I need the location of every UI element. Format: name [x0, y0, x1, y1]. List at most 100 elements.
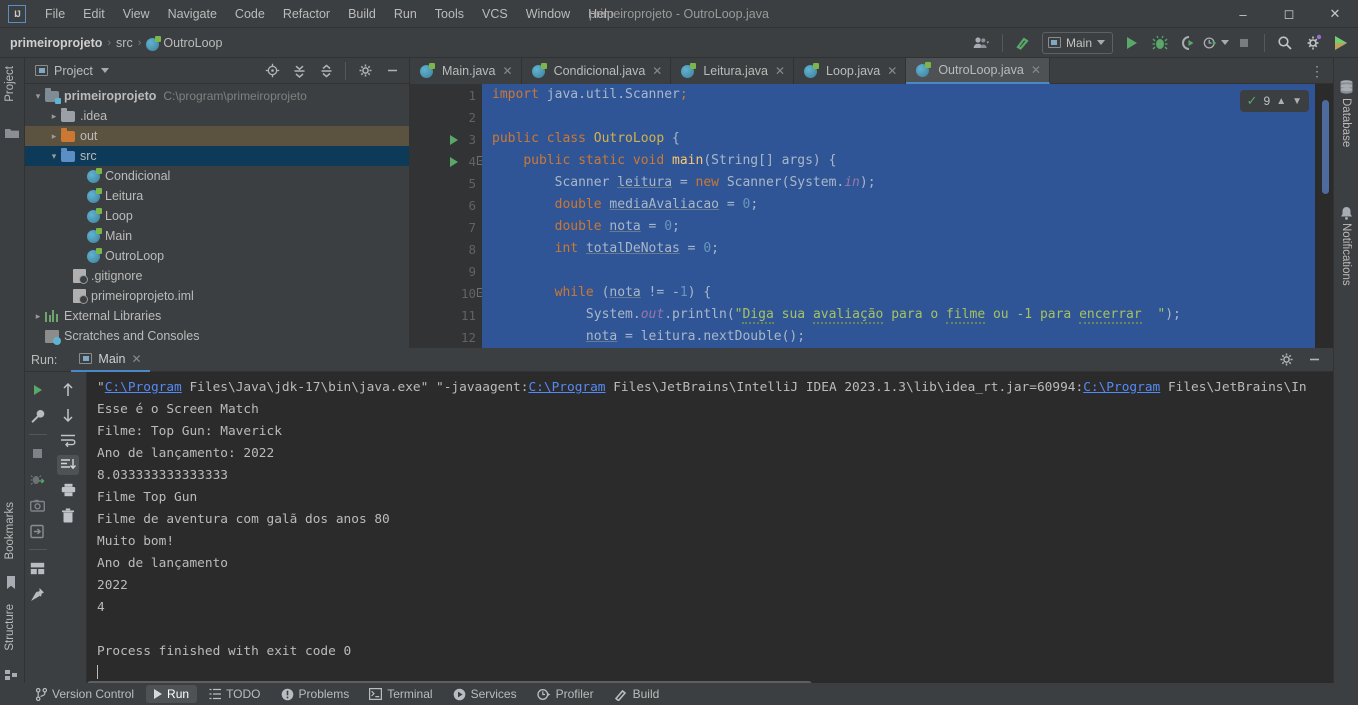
camera-icon[interactable] [27, 495, 49, 515]
console-link[interactable]: C:\Program [105, 380, 182, 395]
tool-window-notifications[interactable]: Notifications [1340, 223, 1352, 286]
tab-loop-java[interactable]: Loop.java ✕ [794, 58, 907, 84]
chevron-up-icon[interactable]: ▲ [1276, 96, 1286, 107]
select-opened-file-icon[interactable] [259, 59, 285, 83]
run-configuration-selector[interactable]: Main [1041, 31, 1113, 54]
inspections-widget[interactable]: ✓ 9 ▲ ▼ [1239, 90, 1309, 112]
tool-window-bookmarks[interactable]: Bookmarks [4, 502, 16, 560]
menu-edit[interactable]: Edit [74, 3, 114, 25]
collapse-all-icon[interactable] [313, 59, 339, 83]
search-icon[interactable] [1272, 31, 1298, 55]
breadcrumb-project[interactable]: primeiroprojeto [10, 36, 102, 50]
tool-window-project[interactable]: Project [4, 66, 16, 102]
menu-file[interactable]: File [36, 3, 74, 25]
tree-node-idea[interactable]: ▸ .idea [25, 106, 409, 126]
debug-thread-icon[interactable] [27, 469, 49, 489]
close-icon[interactable]: ✕ [652, 64, 662, 78]
tree-node-outroloop[interactable]: OutroLoop [25, 246, 409, 266]
tree-node-gitignore[interactable]: .gitignore [25, 266, 409, 286]
soft-wrap-icon[interactable] [57, 430, 79, 450]
menu-window[interactable]: Window [517, 3, 579, 25]
menu-view[interactable]: View [114, 3, 159, 25]
tab-outroloop-java[interactable]: OutroLoop.java ✕ [906, 58, 1050, 84]
notifications-bell-icon[interactable] [1340, 206, 1354, 220]
chevron-down-icon[interactable] [100, 68, 109, 73]
update-project-icon[interactable] [1010, 31, 1036, 55]
run-button[interactable] [1119, 31, 1145, 55]
chevron-down-icon[interactable]: ▾ [47, 151, 61, 162]
folder-icon[interactable] [5, 126, 19, 140]
expand-all-icon[interactable] [286, 59, 312, 83]
settings-gear-icon[interactable] [352, 59, 378, 83]
project-tree[interactable]: ▾ primeiroprojeto C:\program\primeiropro… [25, 84, 409, 346]
main-menu[interactable]: File Edit View Navigate Code Refactor Bu… [36, 3, 623, 25]
maximize-button[interactable]: ◻ [1266, 0, 1312, 28]
down-arrow-icon[interactable] [57, 405, 79, 425]
status-run[interactable]: Run [146, 685, 198, 703]
menu-refactor[interactable]: Refactor [274, 3, 339, 25]
more-options-icon[interactable]: ⋮ [1310, 64, 1325, 78]
chevron-right-icon[interactable]: ▸ [47, 131, 61, 142]
chevron-down-icon[interactable]: ▼ [1292, 96, 1302, 107]
console-link[interactable]: C:\Program [528, 380, 605, 395]
structure-icon[interactable] [5, 668, 19, 682]
breadcrumb[interactable]: primeiroprojeto › src › OutroLoop [0, 36, 222, 51]
bookmark-icon[interactable] [5, 576, 19, 590]
status-version-control[interactable]: Version Control [28, 685, 142, 703]
menu-tools[interactable]: Tools [426, 3, 473, 25]
console-output[interactable]: "C:\Program Files\Java\jdk-17\bin\java.e… [87, 372, 1333, 690]
breadcrumb-src[interactable]: src [116, 36, 133, 50]
tree-node-src[interactable]: ▾ src [25, 146, 409, 166]
menu-help[interactable]: Help [579, 3, 623, 25]
run-tab-main[interactable]: Main ✕ [71, 348, 150, 372]
up-arrow-icon[interactable] [57, 380, 79, 400]
database-icon[interactable] [1340, 80, 1354, 94]
layout-icon[interactable] [27, 558, 49, 578]
tool-window-structure[interactable]: Structure [4, 604, 16, 651]
chevron-right-icon[interactable]: ▸ [47, 111, 61, 122]
editor-gutter[interactable]: 1 2 3 4– 5 6 7 8 9 10– 11 12 [410, 84, 486, 348]
close-button[interactable]: ✕ [1312, 0, 1358, 28]
stop-icon[interactable] [27, 443, 49, 463]
scroll-to-end-icon[interactable] [57, 455, 79, 475]
status-todo[interactable]: TODO [201, 685, 268, 703]
editor-scrollbar[interactable] [1322, 100, 1329, 194]
tree-node-condicional[interactable]: Condicional [25, 166, 409, 186]
tab-leitura-java[interactable]: Leitura.java ✕ [671, 58, 795, 84]
status-build[interactable]: Build [606, 685, 668, 703]
tool-window-database[interactable]: Database [1340, 98, 1352, 147]
stop-button[interactable] [1231, 31, 1257, 55]
user-group-icon[interactable] [969, 31, 995, 55]
pin-icon[interactable] [27, 584, 49, 604]
menu-run[interactable]: Run [385, 3, 426, 25]
menu-code[interactable]: Code [226, 3, 274, 25]
debug-button[interactable] [1147, 31, 1173, 55]
console-link[interactable]: C:\Program [1083, 380, 1160, 395]
code-editor[interactable]: 1 2 3 4– 5 6 7 8 9 10– 11 12 import java… [410, 84, 1333, 348]
trash-icon[interactable] [57, 505, 79, 525]
menu-build[interactable]: Build [339, 3, 385, 25]
wrench-icon[interactable] [27, 406, 49, 426]
code-content[interactable]: import java.util.Scanner; public class O… [482, 84, 1333, 348]
breadcrumb-class[interactable]: OutroLoop [163, 36, 222, 50]
tree-node-out[interactable]: ▸ out [25, 126, 409, 146]
tree-node-main[interactable]: Main [25, 226, 409, 246]
status-problems[interactable]: Problems [273, 685, 358, 703]
code-text[interactable]: import java.util.Scanner; public class O… [482, 84, 1333, 348]
run-class-gutter-icon[interactable] [450, 135, 458, 145]
minimize-button[interactable]: – [1220, 0, 1266, 28]
close-icon[interactable]: ✕ [775, 64, 785, 78]
ide-assistant-icon[interactable] [1328, 31, 1354, 55]
menu-navigate[interactable]: Navigate [159, 3, 226, 25]
tree-node-iml[interactable]: primeiroprojeto.iml [25, 286, 409, 306]
status-profiler[interactable]: Profiler [529, 685, 602, 703]
settings-gear-icon[interactable] [1300, 31, 1326, 55]
rerun-icon[interactable] [27, 380, 49, 400]
tree-node-external-libraries[interactable]: ▸ External Libraries [25, 306, 409, 326]
tree-node-leitura[interactable]: Leitura [25, 186, 409, 206]
status-services[interactable]: Services [445, 685, 525, 703]
print-icon[interactable] [57, 480, 79, 500]
tab-main-java[interactable]: Main.java ✕ [410, 58, 522, 84]
tree-node-primeiroprojeto[interactable]: ▾ primeiroprojeto C:\program\primeiropro… [25, 86, 409, 106]
status-terminal[interactable]: Terminal [361, 685, 440, 703]
